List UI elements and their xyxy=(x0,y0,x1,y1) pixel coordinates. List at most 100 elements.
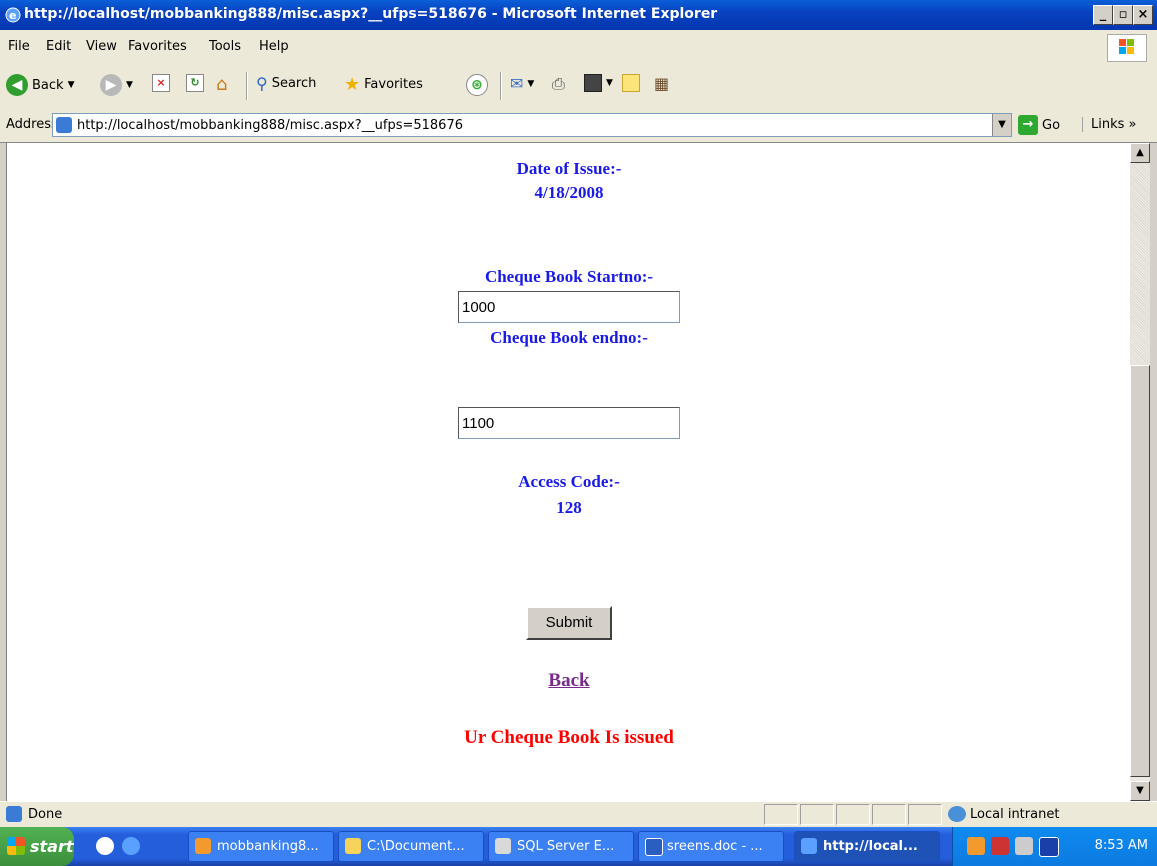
tray-app-icon[interactable] xyxy=(967,837,985,855)
toolbar-separator xyxy=(500,72,502,100)
back-label: Back xyxy=(32,77,64,93)
links-label: Links xyxy=(1091,117,1125,132)
research-button[interactable]: ▦ xyxy=(654,74,669,93)
status-cell xyxy=(764,804,798,825)
star-icon: ★ xyxy=(344,74,361,95)
system-tray: 8:53 AM xyxy=(952,827,1157,866)
links-button[interactable]: Links » xyxy=(1082,117,1137,132)
back-arrow-icon: ◀ xyxy=(6,74,28,96)
tray-volume-icon[interactable] xyxy=(1015,837,1033,855)
folder-icon xyxy=(345,838,361,854)
chevron-down-icon: ▼ xyxy=(606,78,613,88)
refresh-button[interactable]: ↻ xyxy=(186,74,204,92)
menu-file[interactable]: File xyxy=(8,39,30,54)
ie-icon: e xyxy=(4,6,22,24)
menu-favorites[interactable]: Favorites xyxy=(128,39,187,54)
search-label: Search xyxy=(271,76,317,91)
search-button[interactable]: ⚲ Search xyxy=(256,74,316,93)
cheque-end-input[interactable] xyxy=(458,407,680,439)
ie-quicklaunch-icon[interactable] xyxy=(122,837,140,855)
maximize-button[interactable]: ▫ xyxy=(1113,5,1133,25)
address-input[interactable]: http://localhost/mobbanking888/misc.aspx… xyxy=(52,113,1012,137)
home-button[interactable]: ⌂ xyxy=(216,74,227,95)
address-url: http://localhost/mobbanking888/misc.aspx… xyxy=(77,118,463,133)
scroll-down-button[interactable]: ▼ xyxy=(1130,781,1150,801)
address-label: Address xyxy=(6,117,58,132)
menu-view[interactable]: View xyxy=(86,39,117,54)
status-bar: Done Local intranet xyxy=(0,801,1157,828)
cheque-start-input[interactable] xyxy=(458,291,680,323)
task-ie-active[interactable]: http://local... xyxy=(794,831,940,862)
task-label: SQL Server E... xyxy=(517,839,615,854)
windows-flag-icon xyxy=(7,837,25,855)
cheque-start-label: Cheque Book Startno:- xyxy=(484,267,654,286)
page-icon xyxy=(56,117,72,133)
chevron-down-icon[interactable]: ▼ xyxy=(992,114,1011,136)
scroll-track[interactable] xyxy=(1130,163,1150,365)
windows-logo-icon xyxy=(1107,34,1147,62)
tray-network-icon[interactable] xyxy=(991,837,1009,855)
favorites-button[interactable]: ★ Favorites xyxy=(344,74,423,95)
zone-label: Local intranet xyxy=(970,807,1060,822)
access-code-label: Access Code:- xyxy=(518,472,620,491)
vertical-scrollbar[interactable]: ▲ ▼ xyxy=(1130,143,1150,801)
favorites-label: Favorites xyxy=(364,77,423,92)
status-message: Ur Cheque Book Is issued xyxy=(464,727,674,748)
scroll-up-button[interactable]: ▲ xyxy=(1130,143,1150,163)
word-icon xyxy=(645,838,663,856)
go-label: Go xyxy=(1042,117,1061,133)
menu-tools[interactable]: Tools xyxy=(209,39,241,54)
mail-icon: ✉ xyxy=(510,74,524,93)
start-button[interactable]: start xyxy=(0,827,74,866)
submit-button[interactable]: Submit xyxy=(526,606,612,640)
edit-button[interactable]: ▼ xyxy=(584,74,613,92)
minimize-button[interactable]: _ xyxy=(1093,5,1113,25)
desktop-quicklaunch-icon[interactable] xyxy=(96,837,114,855)
forward-button[interactable]: ▶ ▼ xyxy=(100,74,133,96)
back-link[interactable]: Back xyxy=(7,670,1131,692)
chevron-down-icon: ▼ xyxy=(527,78,535,89)
intranet-icon xyxy=(948,806,966,822)
media-button[interactable]: ⊛ xyxy=(466,74,488,96)
media-icon: ⊛ xyxy=(466,74,488,96)
page-content: Date of Issue:- 4/18/2008 Cheque Book St… xyxy=(6,143,1131,801)
stop-icon: × xyxy=(152,74,170,92)
go-arrow-icon: → xyxy=(1018,115,1038,135)
chevron-down-icon: ▼ xyxy=(126,80,133,90)
svg-text:e: e xyxy=(9,9,16,22)
home-icon: ⌂ xyxy=(216,74,228,95)
back-button[interactable]: ◀ Back ▼ xyxy=(6,74,74,96)
access-code-value: 128 xyxy=(556,498,582,517)
note-icon xyxy=(622,74,640,92)
edit-icon xyxy=(584,74,602,92)
date-of-issue-label: Date of Issue:- xyxy=(516,159,622,178)
task-label: http://local... xyxy=(823,839,918,854)
forward-arrow-icon: ▶ xyxy=(100,74,122,96)
go-button[interactable]: → Go xyxy=(1018,115,1060,135)
discuss-button[interactable] xyxy=(622,74,640,92)
task-label: mobbanking8... xyxy=(217,839,319,854)
task-mobbanking[interactable]: mobbanking8... xyxy=(188,831,334,862)
cheque-end-label: Cheque Book endno:- xyxy=(490,328,648,347)
stop-button[interactable]: × xyxy=(152,74,170,92)
task-documents[interactable]: C:\Document... xyxy=(338,831,484,862)
menu-edit[interactable]: Edit xyxy=(46,39,71,54)
tray-shield-icon[interactable] xyxy=(1039,837,1059,857)
menu-help[interactable]: Help xyxy=(259,39,289,54)
task-sreens-doc[interactable]: sreens.doc - ... xyxy=(638,831,784,862)
chevron-down-icon: ▼ xyxy=(67,80,75,90)
task-sql-server[interactable]: SQL Server E... xyxy=(488,831,634,862)
taskbar: start mobbanking8... C:\Document... SQL … xyxy=(0,827,1157,866)
start-label: start xyxy=(30,837,74,856)
status-cell xyxy=(836,804,870,825)
print-button[interactable]: ⎙ xyxy=(552,74,565,94)
status-cell xyxy=(872,804,906,825)
close-button[interactable]: × xyxy=(1133,5,1153,25)
menu-bar: File Edit View Favorites Tools Help xyxy=(0,30,1157,65)
toolbar: ◀ Back ▼ ▶ ▼ × ↻ ⌂ ⚲ Search ★ Favorites … xyxy=(0,64,1157,110)
ie-icon xyxy=(801,838,817,854)
scroll-thumb[interactable] xyxy=(1130,365,1150,777)
window-title: http://localhost/mobbanking888/misc.aspx… xyxy=(24,6,718,22)
mail-button[interactable]: ✉ ▼ xyxy=(510,74,534,93)
status-cell xyxy=(908,804,942,825)
